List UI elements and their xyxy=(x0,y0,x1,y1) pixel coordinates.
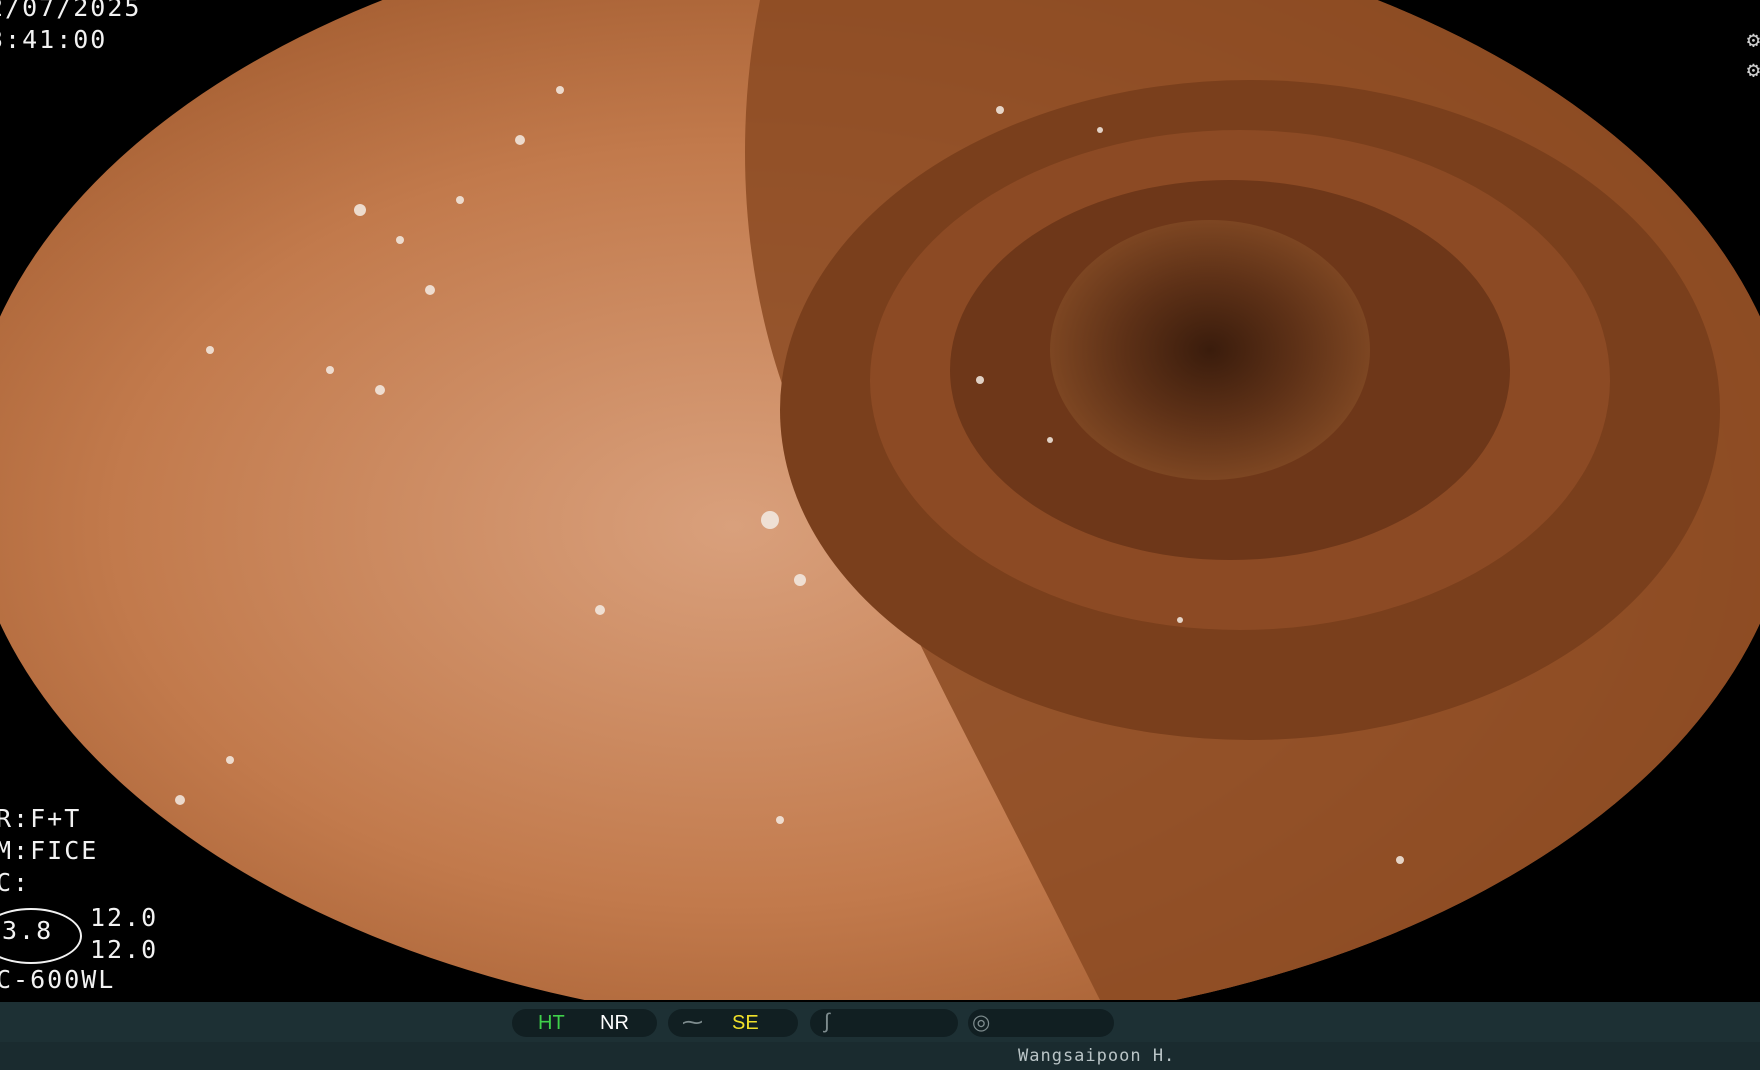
endoscopy-image xyxy=(0,0,1760,1000)
mode-line: R:F+T xyxy=(0,804,82,833)
wave-pill: ∫ xyxy=(810,1009,958,1037)
corner-icons: ⚙ ⚙ xyxy=(1724,26,1760,86)
ht-nr-pill: HT NR xyxy=(512,1009,657,1037)
se-pill: ⁓ SE xyxy=(668,1009,798,1037)
datetime-overlay: 2/07/2025 3:41:00 xyxy=(0,0,141,56)
nr-label: NR xyxy=(600,1012,629,1034)
mode-line: C: xyxy=(0,868,31,897)
model-text: C-600WL xyxy=(0,965,116,994)
ellipse-value: 3.8 xyxy=(2,916,54,945)
side-value: 12.0 xyxy=(90,935,159,964)
operator-name: Wangsaipoon H. xyxy=(1018,1046,1176,1066)
date-text: 2/07/2025 xyxy=(0,0,142,22)
side-value: 12.0 xyxy=(90,903,159,932)
mode-line: M:FICE xyxy=(0,836,99,865)
circle-wave-icon: ◎ xyxy=(972,1011,991,1034)
mode-overlay: R:F+T M:FICE C: xyxy=(0,803,98,899)
wave-icon: ∫ xyxy=(824,1010,830,1033)
se-label: SE xyxy=(732,1012,759,1034)
footer-bar: Wangsaipoon H. xyxy=(0,1042,1760,1070)
side-values: 12.0 12.0 xyxy=(90,902,158,966)
gear-icon: ⚙ xyxy=(1746,28,1760,53)
status-bar: HT NR ⁓ SE ∫ ◎ xyxy=(0,1002,1760,1042)
circle-pill: ◎ xyxy=(968,1009,1114,1037)
wave-icon: ⁓ xyxy=(682,1011,703,1034)
time-text: 3:41:00 xyxy=(0,25,108,54)
gear-icon: ⚙ xyxy=(1746,58,1760,83)
lumen xyxy=(1050,220,1370,480)
ht-label: HT xyxy=(538,1012,565,1034)
